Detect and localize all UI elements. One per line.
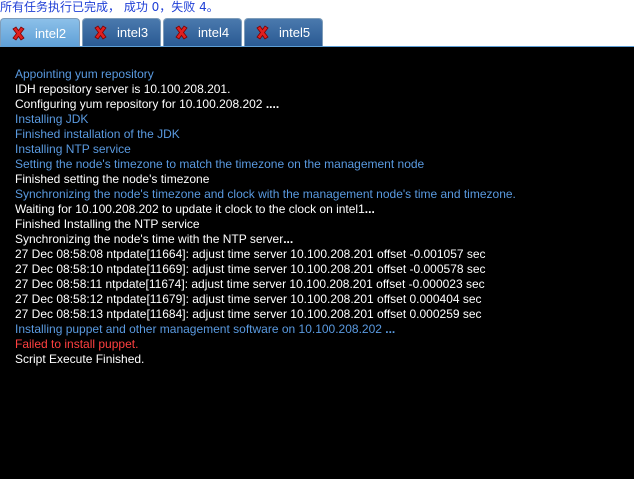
log-line-text: Configuring yum repository for 10.100.20… [15,97,266,111]
log-line-text: Finished Installing the NTP service [15,217,200,231]
tab-intel4[interactable]: intel4 [163,18,242,46]
log-line: Finished setting the node's timezone [15,172,625,187]
log-line-text: 27 Dec 08:58:11 ntpdate[11674]: adjust t… [15,277,485,291]
install-log-output: Appointing yum repository IDH repository … [15,67,625,367]
log-line: 27 Dec 08:58:10 ntpdate[11669]: adjust t… [15,262,625,277]
log-line-text: Failed to install puppet. [15,337,139,351]
log-line: Finished Installing the NTP service [15,217,625,232]
log-line-text: Setting the node's timezone to match the… [15,157,425,171]
log-line-text: Finished setting the node's timezone [15,172,210,186]
log-line-text: Waiting for 10.100.208.202 to update it … [15,202,365,216]
log-line-text: 27 Dec 08:58:08 ntpdate[11664]: adjust t… [15,247,486,261]
tab-label: intel4 [198,25,230,40]
close-x-icon [256,25,269,40]
log-line: Failed to install puppet. [15,337,625,352]
tab-content-border [0,46,634,47]
log-line: 27 Dec 08:58:08 ntpdate[11664]: adjust t… [15,247,625,262]
log-line: 27 Dec 08:58:12 ntpdate[11679]: adjust t… [15,292,625,307]
log-line-text: Installing JDK [15,112,89,126]
log-line-text: 27 Dec 08:58:10 ntpdate[11669]: adjust t… [15,262,486,276]
log-line: Finished installation of the JDK [15,127,625,142]
tab-label: intel3 [117,25,149,40]
log-line-ellipsis: ... [385,322,396,336]
tab-intel3[interactable]: intel3 [82,18,161,46]
task-status-text: 所有任务执行已完成， 成功 0，失败 4。 [0,0,219,14]
log-line: IDH repository server is 10.100.208.201. [15,82,625,97]
log-line-text: Script Execute Finished. [15,352,145,366]
close-x-icon [94,25,107,40]
log-line: Synchronizing the node's time with the N… [15,232,625,247]
log-line-text: Installing puppet and other management s… [15,322,386,336]
log-line-ellipsis: ... [283,232,294,246]
log-line-text: Appointing yum repository [15,67,154,81]
tab-label: intel5 [279,25,311,40]
tab-label: intel2 [35,25,67,41]
close-x-icon [12,25,25,41]
log-line-ellipsis: .... [265,97,280,111]
log-line: Script Execute Finished. [15,352,625,367]
log-line-text: 27 Dec 08:58:12 ntpdate[11679]: adjust t… [15,292,482,306]
log-line-text: Synchronizing the node's time with the N… [15,232,284,246]
log-line: Installing JDK [15,112,625,127]
log-line-text: IDH repository server is 10.100.208.201. [15,82,231,96]
log-line: 27 Dec 08:58:13 ntpdate[11684]: adjust t… [15,307,625,322]
close-x-icon [175,25,188,40]
top-bar: 所有任务执行已完成， 成功 0，失败 4。 intel2 intel3 inte… [0,0,634,47]
node-tab-strip: intel2 intel3 intel4 intel5 [0,18,323,47]
tab-intel2[interactable]: intel2 [0,18,80,47]
log-line-text: 27 Dec 08:58:13 ntpdate[11684]: adjust t… [15,307,482,321]
log-line: Installing NTP service [15,142,625,157]
log-line: Appointing yum repository [15,67,625,82]
log-line: Synchronizing the node's timezone and cl… [15,187,625,202]
log-line: Setting the node's timezone to match the… [15,157,625,172]
log-line-text: Finished installation of the JDK [15,127,180,141]
log-line: 27 Dec 08:58:11 ntpdate[11674]: adjust t… [15,277,625,292]
log-line-text: Installing NTP service [15,142,131,156]
log-line: Configuring yum repository for 10.100.20… [15,97,625,112]
log-line-text: Synchronizing the node's timezone and cl… [15,187,516,201]
tab-intel5[interactable]: intel5 [244,18,323,46]
log-line: Waiting for 10.100.208.202 to update it … [15,202,625,217]
log-line-ellipsis: ... [364,202,375,216]
log-line: Installing puppet and other management s… [15,322,625,337]
